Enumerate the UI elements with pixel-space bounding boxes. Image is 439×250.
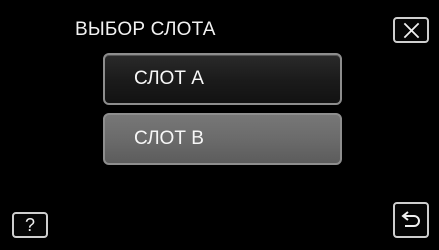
close-icon [403,22,420,39]
page-title: ВЫБОР СЛОТА [75,19,216,40]
back-button[interactable] [393,202,429,238]
back-icon [399,210,423,230]
close-button[interactable] [393,17,429,43]
help-label: ? [24,215,35,235]
slot-b-button[interactable]: СЛОТ B [103,113,342,165]
slot-a-label: СЛОТ A [134,68,204,89]
slot-selection-screen: ВЫБОР СЛОТА СЛОТ A СЛОТ B ? [0,0,439,250]
help-button[interactable]: ? [12,212,48,238]
slot-a-button[interactable]: СЛОТ A [103,53,342,105]
slot-b-label: СЛОТ B [134,128,204,149]
